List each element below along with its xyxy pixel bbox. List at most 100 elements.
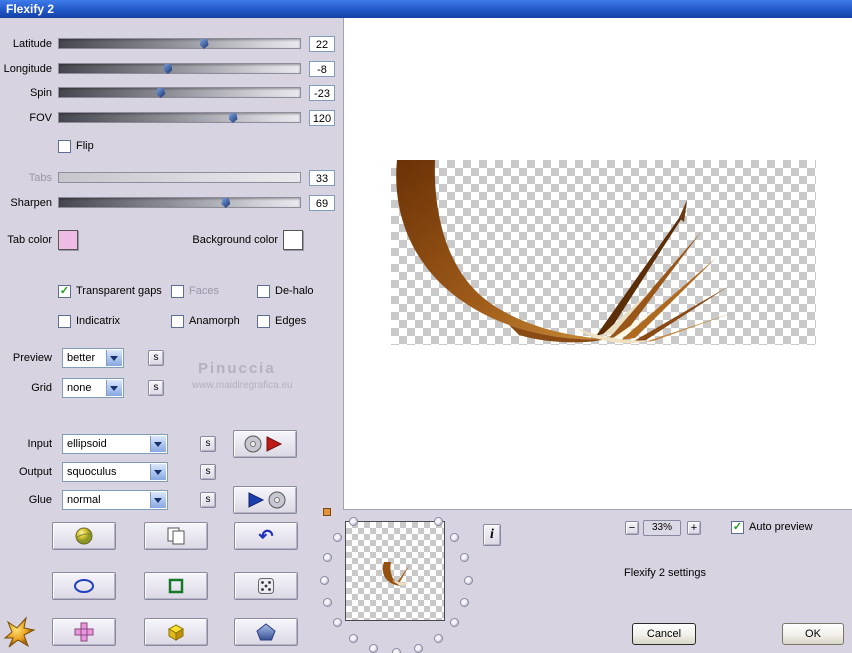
anamorph-checkbox[interactable] xyxy=(171,315,184,328)
glue-seed-button[interactable]: s xyxy=(200,492,216,508)
glue-dial-dot[interactable] xyxy=(333,617,343,627)
glue-dial-dot[interactable] xyxy=(391,647,401,653)
chevron-down-icon[interactable] xyxy=(150,436,166,452)
output-dropdown-label: Output xyxy=(18,466,52,478)
latitude-value[interactable]: 22 xyxy=(309,36,335,52)
planet-button[interactable] xyxy=(52,522,116,550)
random-button[interactable] xyxy=(234,572,298,600)
info-button[interactable]: i xyxy=(483,524,501,546)
latitude-slider[interactable] xyxy=(58,38,301,49)
fov-slider[interactable] xyxy=(58,112,301,123)
export-settings-button[interactable] xyxy=(233,430,297,458)
input-dropdown-label: Input xyxy=(27,438,52,450)
thumbnail-image xyxy=(382,562,410,586)
preview-seed-button[interactable]: s xyxy=(148,350,164,366)
transparent-gaps-label: Transparent gaps xyxy=(76,285,162,297)
ellipse-button[interactable] xyxy=(52,572,116,600)
longitude-value[interactable]: -8 xyxy=(309,61,335,77)
chevron-down-icon[interactable] xyxy=(150,464,166,480)
titlebar[interactable]: Flexify 2 xyxy=(0,0,852,18)
glue-dial-dot[interactable] xyxy=(463,575,473,585)
glue-dial-dot[interactable] xyxy=(459,553,469,563)
glue-dial-handle[interactable] xyxy=(323,508,331,516)
spin-value[interactable]: -23 xyxy=(309,85,335,101)
preview-dropdown[interactable]: better xyxy=(62,348,124,368)
cancel-button[interactable]: Cancel xyxy=(632,623,696,645)
chevron-down-icon[interactable] xyxy=(106,350,122,366)
fov-value[interactable]: 120 xyxy=(309,110,335,126)
tabs-label: Tabs xyxy=(28,172,52,184)
fov-label: FOV xyxy=(29,112,52,124)
input-dropdown[interactable]: ellipsoid xyxy=(62,434,168,454)
indicatrix-checkbox[interactable] xyxy=(58,315,71,328)
glue-dial-dot[interactable] xyxy=(333,533,343,543)
import-settings-button[interactable] xyxy=(233,486,297,514)
fov-slider-thumb[interactable] xyxy=(228,113,238,123)
glue-dial-dot[interactable] xyxy=(433,517,443,527)
indicatrix-label: Indicatrix xyxy=(76,315,121,327)
glue-dial-dot[interactable] xyxy=(433,633,443,643)
glue-dial-dot[interactable] xyxy=(449,617,459,627)
glue-dial-dot[interactable] xyxy=(449,533,459,543)
zoom-in-button[interactable]: + xyxy=(687,521,701,535)
sharpen-slider[interactable] xyxy=(58,197,301,208)
dice-icon xyxy=(258,578,274,594)
faces-label: Faces xyxy=(189,285,219,297)
gem-icon xyxy=(256,623,276,641)
watermark-name: Pinuccia xyxy=(198,360,276,377)
glue-dropdown[interactable]: normal xyxy=(62,490,168,510)
undo-button[interactable]: ↶ xyxy=(234,522,298,550)
glue-dial-dot[interactable] xyxy=(459,597,469,607)
spin-slider[interactable] xyxy=(58,87,301,98)
flip-checkbox[interactable] xyxy=(58,140,71,153)
sharpen-slider-thumb[interactable] xyxy=(221,198,231,208)
grid-seed-button[interactable]: s xyxy=(148,380,164,396)
glue-dial-dot[interactable] xyxy=(319,575,329,585)
glue-dial-dot[interactable] xyxy=(413,643,423,653)
glue-dial-dot[interactable] xyxy=(369,643,379,653)
preview-pane xyxy=(343,18,852,510)
latitude-label: Latitude xyxy=(12,38,52,50)
tab-color-swatch[interactable] xyxy=(58,230,78,250)
copy-icon xyxy=(167,527,185,545)
spin-slider-thumb[interactable] xyxy=(156,88,166,98)
flaming-pear-logo[interactable] xyxy=(2,616,36,653)
ok-button[interactable]: OK xyxy=(782,623,844,645)
info-icon: i xyxy=(490,527,494,542)
edges-checkbox[interactable] xyxy=(257,315,270,328)
square-icon xyxy=(168,578,184,594)
planet-icon xyxy=(75,527,93,545)
chevron-down-icon[interactable] xyxy=(106,380,122,396)
transparent-gaps-checkbox[interactable]: ✓ xyxy=(58,285,71,298)
output-dropdown[interactable]: squoculus xyxy=(62,462,168,482)
latitude-slider-thumb[interactable] xyxy=(199,39,209,49)
window-title: Flexify 2 xyxy=(6,2,55,16)
chevron-down-icon[interactable] xyxy=(150,492,166,508)
background-color-label: Background color xyxy=(192,234,278,246)
glue-dial-dot[interactable] xyxy=(323,553,333,563)
box-button[interactable] xyxy=(144,618,208,646)
longitude-slider-thumb[interactable] xyxy=(163,64,173,74)
preview-dropdown-label: Preview xyxy=(12,352,52,364)
cd-import-icon xyxy=(248,491,286,509)
square-button[interactable] xyxy=(144,572,208,600)
sharpen-value[interactable]: 69 xyxy=(309,195,335,211)
de-halo-checkbox[interactable] xyxy=(257,285,270,298)
grid-dropdown[interactable]: none xyxy=(62,378,124,398)
longitude-slider[interactable] xyxy=(58,63,301,74)
gem-button[interactable] xyxy=(234,618,298,646)
input-seed-button[interactable]: s xyxy=(200,436,216,452)
edges-label: Edges xyxy=(275,315,307,327)
box-icon xyxy=(167,624,185,641)
unfold-button[interactable] xyxy=(52,618,116,646)
tabs-value[interactable]: 33 xyxy=(309,170,335,186)
copy-button[interactable] xyxy=(144,522,208,550)
glue-dial-dot[interactable] xyxy=(323,597,333,607)
output-seed-button[interactable]: s xyxy=(200,464,216,480)
glue-dial-dot[interactable] xyxy=(349,633,359,643)
thumbnail-preview[interactable] xyxy=(345,521,445,621)
background-color-swatch[interactable] xyxy=(283,230,303,250)
zoom-out-button[interactable]: − xyxy=(625,521,639,535)
auto-preview-checkbox[interactable]: ✓ xyxy=(731,521,744,534)
faces-checkbox[interactable] xyxy=(171,285,184,298)
